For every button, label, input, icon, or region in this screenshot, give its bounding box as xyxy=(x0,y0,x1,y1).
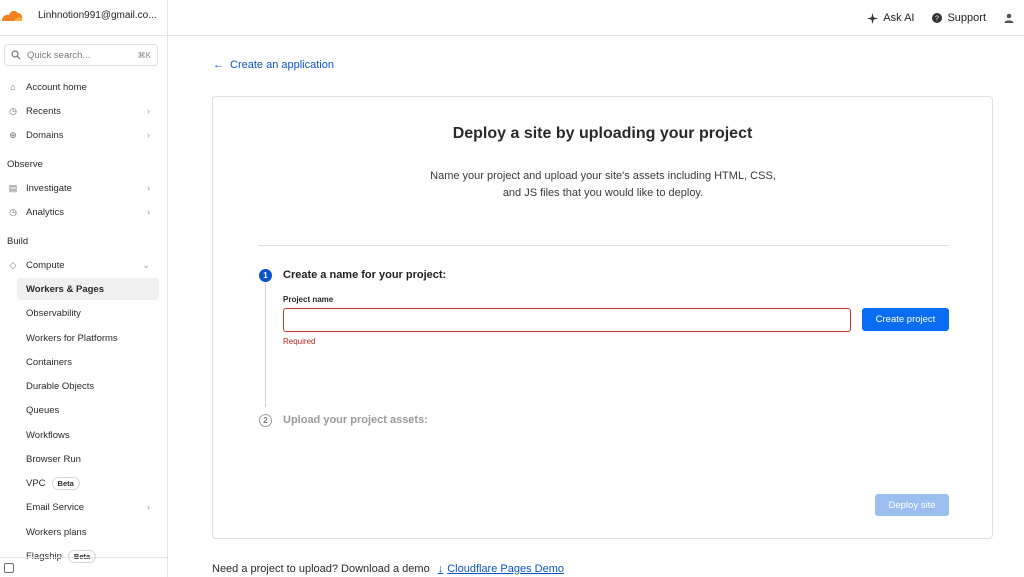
sidebar-item-investigate[interactable]: ▤ Investigate › xyxy=(0,177,167,199)
sidebar-item-vpc[interactable]: VPC Beta xyxy=(17,472,159,494)
document-icon: ▤ xyxy=(8,182,18,193)
sparkle-icon xyxy=(867,12,879,24)
chevron-right-icon: › xyxy=(147,130,150,140)
create-project-button[interactable]: Create project xyxy=(862,308,949,331)
deploy-card: Deploy a site by uploading your project … xyxy=(212,96,993,539)
deploy-site-button[interactable]: Deploy site xyxy=(875,494,949,516)
support-label: Support xyxy=(947,12,986,24)
cloudflare-logo-icon xyxy=(2,10,23,21)
sidebar-item-account-home[interactable]: ⌂ Account home xyxy=(0,76,167,98)
help-circle-icon: ? xyxy=(932,13,943,23)
search-icon xyxy=(11,50,21,60)
search-shortcut: ⌘K xyxy=(137,50,151,60)
sidebar-item-analytics[interactable]: ◷ Analytics › xyxy=(0,201,167,223)
download-arrow-icon: ↓ xyxy=(437,563,444,575)
demo-link-label: Cloudflare Pages Demo xyxy=(447,563,564,575)
card-description-line-2: and JS files that you would like to depl… xyxy=(502,187,704,199)
sidebar-item-queues[interactable]: Queues xyxy=(17,399,159,421)
beta-badge: Beta xyxy=(51,476,80,490)
search-placeholder: Quick search... xyxy=(27,49,91,61)
user-menu-button[interactable] xyxy=(1004,13,1014,23)
sidebar-item-label: Investigate xyxy=(26,182,72,194)
home-icon: ⌂ xyxy=(10,82,16,92)
account-switcher[interactable]: Linhnotion991@gmail.co... xyxy=(0,0,168,36)
sidebar-item-workers-for-platforms[interactable]: Workers for Platforms xyxy=(17,327,159,349)
sidebar-item-containers[interactable]: Containers xyxy=(17,351,159,373)
divider xyxy=(258,245,949,246)
sidebar-item-workers-plans[interactable]: Workers plans xyxy=(17,521,159,543)
sidebar: Quick search... ⌘K ⌂ Account home ◷ Rece… xyxy=(0,36,168,577)
sidebar-item-email-service[interactable]: Email Service › xyxy=(17,496,159,518)
clock-icon: ◷ xyxy=(9,105,17,116)
user-icon xyxy=(1004,13,1014,23)
support-button[interactable]: ? Support xyxy=(932,12,986,24)
sidebar-item-domains[interactable]: ⊕ Domains › xyxy=(0,124,167,146)
demo-download-link[interactable]: ↓ Cloudflare Pages Demo xyxy=(438,563,564,575)
ask-ai-button[interactable]: Ask AI xyxy=(867,12,914,24)
project-name-label: Project name xyxy=(283,295,334,304)
sidebar-item-label: VPC xyxy=(26,477,46,489)
step-2-indicator: 2 xyxy=(259,414,272,427)
clock-icon: ◷ xyxy=(9,206,17,217)
sidebar-section-build: Build xyxy=(7,236,29,247)
chevron-right-icon: › xyxy=(147,183,150,193)
step-1-indicator: 1 xyxy=(259,269,272,282)
card-description: Name your project and upload your site's… xyxy=(403,168,803,202)
back-link[interactable]: ← Create an application xyxy=(213,59,334,71)
sidebar-item-workflows[interactable]: Workflows xyxy=(17,424,159,446)
sidebar-item-label: Compute xyxy=(26,259,65,271)
sidebar-item-label: Account home xyxy=(26,81,87,93)
sidebar-item-recents[interactable]: ◷ Recents › xyxy=(0,100,167,122)
search-input[interactable]: Quick search... ⌘K xyxy=(4,44,158,66)
sidebar-toggle-icon[interactable] xyxy=(4,563,14,573)
sidebar-section-observe: Observe xyxy=(7,159,43,170)
sidebar-footer xyxy=(0,557,167,577)
sidebar-item-label: Email Service xyxy=(26,501,85,513)
arrow-left-icon: ← xyxy=(213,59,224,71)
chevron-right-icon: › xyxy=(146,501,150,513)
chevron-down-icon: ⌄ xyxy=(142,259,150,270)
chevron-right-icon: › xyxy=(147,106,150,116)
page-title: Deploy a site by uploading your project xyxy=(452,125,753,142)
diamond-icon: ◇ xyxy=(9,259,17,270)
card-description-line-1: Name your project and upload your site's… xyxy=(430,170,776,182)
project-name-error: Required xyxy=(283,337,316,346)
sidebar-item-label: Analytics xyxy=(26,206,65,218)
sidebar-item-label: Domains xyxy=(26,129,64,141)
step-2-title: Upload your project assets: xyxy=(283,414,428,426)
top-bar-actions: Ask AI ? Support xyxy=(867,0,1014,36)
sidebar-item-compute[interactable]: ◇ Compute ⌄ xyxy=(0,254,167,276)
step-1-title: Create a name for your project: xyxy=(283,269,447,281)
svg-text:?: ? xyxy=(936,16,940,23)
project-name-input[interactable] xyxy=(283,308,851,332)
sidebar-item-label: Recents xyxy=(26,105,61,117)
demo-note: Need a project to upload? Download a dem… xyxy=(212,563,564,575)
sidebar-item-observability[interactable]: Observability xyxy=(17,302,159,324)
step-connector xyxy=(265,283,266,407)
top-bar: Linhnotion991@gmail.co... Ask AI ? Suppo… xyxy=(0,0,1024,36)
sidebar-item-browser-run[interactable]: Browser Run xyxy=(17,448,159,470)
sidebar-item-workers-pages[interactable]: Workers & Pages xyxy=(17,278,159,300)
back-link-label: Create an application xyxy=(230,59,334,71)
globe-icon: ⊕ xyxy=(9,129,17,140)
account-name[interactable]: Linhnotion991@gmail.co... xyxy=(38,10,157,21)
demo-note-text: Need a project to upload? Download a dem… xyxy=(212,563,430,575)
chevron-right-icon: › xyxy=(147,207,150,217)
sidebar-item-durable-objects[interactable]: Durable Objects xyxy=(17,375,159,397)
ask-ai-label: Ask AI xyxy=(883,12,915,24)
